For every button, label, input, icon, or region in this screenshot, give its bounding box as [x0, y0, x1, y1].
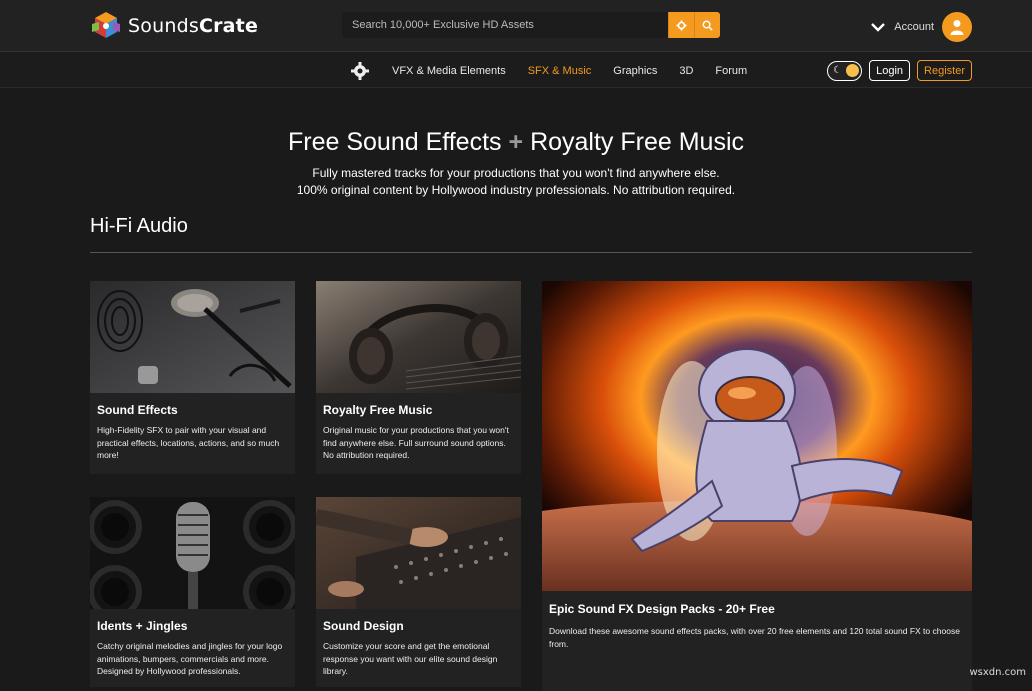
user-icon	[950, 19, 964, 35]
chevron-down-icon	[870, 19, 886, 35]
brand-logo[interactable]: SoundsCrate	[90, 10, 258, 42]
moon-icon: ☾	[833, 65, 842, 77]
card-image-sound-effects	[90, 281, 295, 393]
card-title: Epic Sound FX Design Packs - 20+ Free	[549, 602, 775, 616]
account-label: Account	[894, 21, 934, 33]
card-description: Customize your score and get the emotion…	[323, 640, 513, 678]
theme-toggle[interactable]: ☾	[827, 61, 862, 81]
plus-icon: +	[509, 128, 524, 156]
nav-item-sfx-music[interactable]: SFX & Music	[528, 65, 592, 77]
search-input[interactable]	[342, 12, 668, 38]
sun-icon	[846, 64, 859, 77]
search-bar	[342, 12, 720, 38]
main-nav: VFX & Media Elements SFX & Music Graphic…	[0, 53, 1032, 88]
card-sound-design[interactable]: Sound Design Customize your score and ge…	[316, 497, 521, 687]
top-bar: SoundsCrate Account	[0, 0, 1032, 52]
nav-item-3d[interactable]: 3D	[679, 65, 693, 77]
gear-icon	[676, 20, 687, 31]
brand-name: SoundsCrate	[128, 15, 258, 37]
user-avatar[interactable]	[942, 12, 972, 42]
card-description: Download these awesome sound effects pac…	[549, 625, 964, 650]
watermark: wsxdn.com	[969, 667, 1026, 678]
section-title: Hi-Fi Audio	[90, 215, 188, 238]
card-description: High-Fidelity SFX to pair with your visu…	[97, 424, 287, 462]
card-epic-sound-fx-packs[interactable]: Epic Sound FX Design Packs - 20+ Free Do…	[542, 281, 972, 691]
card-idents-jingles[interactable]: Idents + Jingles Catchy original melodie…	[90, 497, 295, 687]
register-button[interactable]: Register	[917, 60, 972, 81]
nav-item-graphics[interactable]: Graphics	[613, 65, 657, 77]
card-title: Sound Effects	[97, 403, 178, 417]
section-divider	[90, 252, 972, 253]
card-description: Original music for your productions that…	[323, 424, 513, 462]
card-image-idents-jingles	[90, 497, 295, 609]
card-image-sound-design	[316, 497, 521, 609]
card-title: Sound Design	[323, 619, 404, 633]
search-settings-button[interactable]	[668, 12, 694, 38]
card-sound-effects[interactable]: Sound Effects High-Fidelity SFX to pair …	[90, 281, 295, 474]
card-image-royalty-free-music	[316, 281, 521, 393]
card-royalty-free-music[interactable]: Royalty Free Music Original music for yo…	[316, 281, 521, 474]
search-button[interactable]	[694, 12, 720, 38]
account-menu[interactable]: Account	[870, 12, 972, 42]
search-icon	[702, 20, 713, 31]
soundscrate-logo-icon	[90, 10, 122, 42]
card-description: Catchy original melodies and jingles for…	[97, 640, 287, 678]
home-logo-icon[interactable]	[350, 61, 370, 81]
nav-item-forum[interactable]: Forum	[715, 65, 747, 77]
card-title: Idents + Jingles	[97, 619, 187, 633]
hero-subtitle: Fully mastered tracks for your productio…	[0, 165, 1032, 199]
card-title: Royalty Free Music	[323, 403, 432, 417]
nav-item-vfx[interactable]: VFX & Media Elements	[392, 65, 506, 77]
hero-title: Free Sound Effects + Royalty Free Music	[0, 128, 1032, 157]
card-image-astronaut-portal	[542, 281, 972, 591]
login-button[interactable]: Login	[869, 60, 910, 81]
